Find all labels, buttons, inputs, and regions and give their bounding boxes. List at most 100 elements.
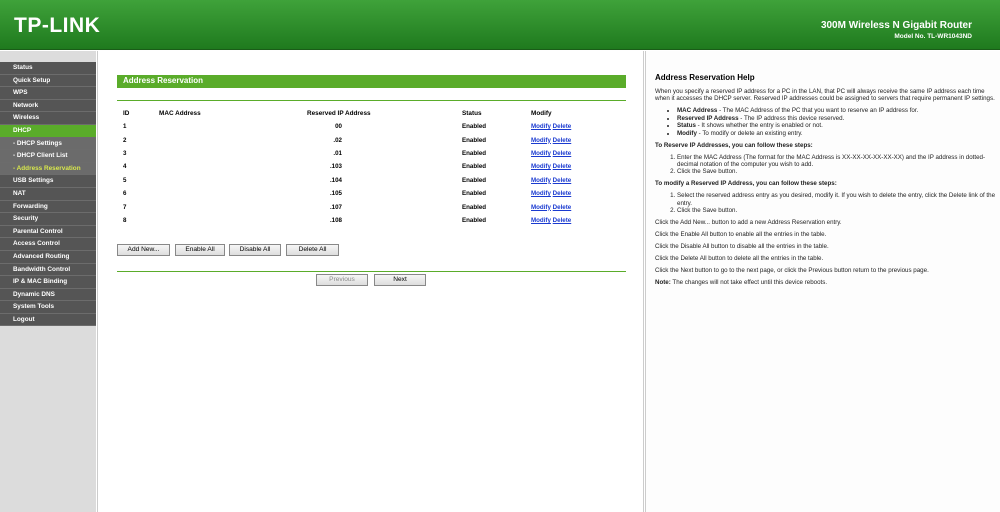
sidebar-item-security[interactable]: Security (0, 213, 96, 226)
sidebar-item-bandwidth-control[interactable]: Bandwidth Control (0, 263, 96, 277)
help-field-label: MAC Address (677, 107, 718, 115)
modify-link[interactable]: Modify (531, 217, 551, 224)
enable-all-button[interactable]: Enable All (175, 244, 225, 256)
row-modify: Modify Delete (531, 120, 603, 133)
table-row: 5 .104 Enabled Modify Delete (123, 174, 603, 187)
help-step: Select the reserved address entry as you… (677, 192, 997, 207)
row-status: Enabled (462, 149, 487, 157)
sidebar-item-advanced-routing[interactable]: Advanced Routing (0, 250, 96, 264)
modify-link[interactable]: Modify (531, 163, 551, 170)
row-mac-address (159, 187, 307, 200)
sidebar-item-address-reservation[interactable]: - Address Reservation (0, 162, 96, 176)
row-mac-address (159, 214, 307, 227)
reservation-table: ID MAC Address Reserved IP Address Statu… (123, 107, 603, 227)
delete-link[interactable]: Delete (553, 204, 572, 211)
tp-link-logo: TP-LINK (14, 14, 101, 37)
sidebar-item-forwarding[interactable]: Forwarding (0, 200, 96, 214)
row-reserved-ip: .104 (329, 176, 342, 184)
row-mac-address (159, 133, 307, 146)
sidebar-menu: Status Quick Setup WPS Network Wireless DHCP -… (0, 62, 96, 327)
sidebar-item-system-tools[interactable]: System Tools (0, 301, 96, 314)
table-header-row: ID MAC Address Reserved IP Address Statu… (123, 107, 603, 120)
sidebar-item-quick-setup[interactable]: Quick Setup (0, 74, 96, 88)
row-modify: Modify Delete (531, 187, 603, 200)
delete-link[interactable]: Delete (553, 137, 572, 144)
help-note-line: Click the Next button to go to the next … (655, 267, 929, 275)
delete-link[interactable]: Delete (553, 217, 572, 224)
row-modify: Modify Delete (531, 133, 603, 146)
delete-link[interactable]: Delete (553, 150, 572, 157)
help-field-text: - The IP address this device reserved. (738, 114, 845, 122)
sidebar-item-dhcp-client-list[interactable]: - DHCP Client List (0, 150, 96, 163)
sidebar-item-access-control[interactable]: Access Control (0, 238, 96, 251)
previous-button[interactable]: Previous (316, 274, 368, 286)
table-row: 3 .01 Enabled Modify Delete (123, 147, 603, 160)
modify-link[interactable]: Modify (531, 137, 551, 144)
help-field-text: - It shows whether the entry is enabled … (695, 122, 823, 130)
table-row: 2 .02 Enabled Modify Delete (123, 133, 603, 146)
header-modify: Modify (531, 110, 552, 117)
sidebar-item-network[interactable]: Network (0, 99, 96, 113)
modify-link[interactable]: Modify (531, 204, 551, 211)
help-field-item: MAC Address - The MAC Address of the PC … (677, 107, 997, 114)
row-modify: Modify Delete (531, 200, 603, 213)
disable-all-button[interactable]: Disable All (229, 244, 281, 256)
sidebar-item-logout[interactable]: Logout (0, 313, 96, 327)
add-new-button[interactable]: Add New... (117, 244, 170, 256)
main-panel: Address Reservation ID MAC Address Reser… (97, 51, 644, 512)
help-intro: When you specify a reserved IP address f… (655, 88, 995, 103)
help-step: Click the Save button. (677, 168, 997, 175)
row-id: 6 (123, 190, 127, 198)
modify-link[interactable]: Modify (531, 177, 551, 184)
row-reserved-ip: .108 (329, 216, 342, 224)
table-row: 1 00 Enabled Modify Delete (123, 120, 603, 133)
header-banner: TP-LINK 300M Wireless N Gigabit Router M… (0, 0, 1000, 50)
sidebar-item-parental-control[interactable]: Parental Control (0, 225, 96, 239)
delete-all-button[interactable]: Delete All (286, 244, 339, 256)
sidebar-item-wireless[interactable]: Wireless (0, 112, 96, 125)
row-id: 2 (123, 136, 127, 144)
delete-link[interactable]: Delete (553, 123, 572, 130)
help-note-line: Click the Add New... button to add a new… (655, 219, 842, 227)
modify-link[interactable]: Modify (531, 123, 551, 130)
sidebar-item-nat[interactable]: NAT (0, 187, 96, 201)
section-divider (117, 100, 626, 101)
help-field-item: Status - It shows whether the entry is e… (677, 122, 997, 129)
sidebar-item-wps[interactable]: WPS (0, 87, 96, 100)
help-note-line: Click the Disable All button to disable … (655, 243, 829, 251)
product-title: 300M Wireless N Gigabit Router (820, 20, 972, 31)
sidebar-item-ip-mac-binding[interactable]: IP & MAC Binding (0, 276, 96, 289)
help-title: Address Reservation Help (655, 73, 755, 82)
help-field-list: MAC Address - The MAC Address of the PC … (677, 107, 997, 137)
row-reserved-ip: .103 (329, 163, 342, 171)
section-header: Address Reservation (117, 75, 626, 88)
row-mac-address (159, 160, 307, 173)
modify-link[interactable]: Modify (531, 150, 551, 157)
sidebar-item-usb-settings[interactable]: USB Settings (0, 175, 96, 188)
table-row: 4 .103 Enabled Modify Delete (123, 160, 603, 173)
table-row: 8 .108 Enabled Modify Delete (123, 214, 603, 227)
modify-link[interactable]: Modify (531, 190, 551, 197)
delete-link[interactable]: Delete (553, 177, 572, 184)
help-note-line: Click the Enable All button to enable al… (655, 231, 827, 239)
row-mac-address (159, 200, 307, 213)
row-mac-address (159, 147, 307, 160)
sidebar-item-dynamic-dns[interactable]: Dynamic DNS (0, 288, 96, 302)
delete-link[interactable]: Delete (553, 163, 572, 170)
help-notes: Click the Add New... button to add a new… (655, 219, 997, 274)
help-field-item: Modify - To modify or delete an existing… (677, 130, 997, 137)
header-id: ID (123, 110, 130, 117)
help-field-item: Reserved IP Address - The IP address thi… (677, 115, 997, 122)
row-reserved-ip: .107 (329, 203, 342, 211)
next-button[interactable]: Next (374, 274, 426, 286)
delete-link[interactable]: Delete (553, 190, 572, 197)
row-mac-address (159, 120, 307, 133)
row-status: Enabled (462, 136, 487, 144)
sidebar-item-status[interactable]: Status (0, 62, 96, 75)
help-modify-steps: Select the reserved address entry as you… (677, 192, 997, 214)
row-status: Enabled (462, 203, 487, 211)
sidebar-item-dhcp-settings[interactable]: - DHCP Settings (0, 137, 96, 151)
table-row: 6 .105 Enabled Modify Delete (123, 187, 603, 200)
row-reserved-ip: .01 (333, 149, 342, 157)
sidebar-item-dhcp[interactable]: DHCP (0, 124, 96, 138)
